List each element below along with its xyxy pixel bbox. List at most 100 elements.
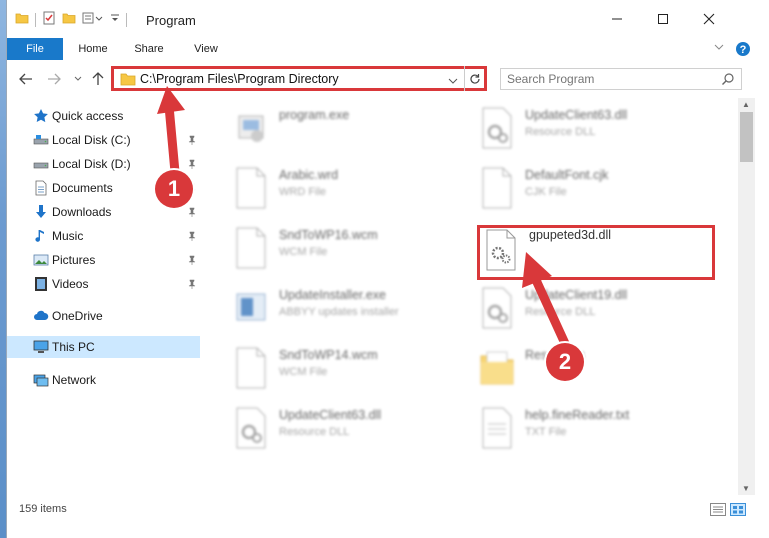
pin-icon[interactable]: [187, 254, 197, 268]
file-type: CJK File: [525, 186, 567, 198]
forward-button[interactable]: [45, 70, 63, 88]
file-name: DefaultFont.cjk: [525, 168, 609, 182]
network-icon: [33, 372, 49, 388]
recent-locations-button[interactable]: [69, 70, 87, 88]
quick-access-toolbar: [15, 11, 127, 28]
up-button[interactable]: [89, 70, 107, 88]
nav-item-label: Pictures: [52, 253, 96, 267]
nav-item-label: Videos: [52, 277, 89, 291]
folder-icon: [15, 11, 29, 28]
address-dropdown-icon[interactable]: [448, 74, 458, 88]
blank-file-icon: [233, 166, 269, 210]
svg-text:?: ?: [740, 44, 747, 56]
expand-ribbon-icon[interactable]: [713, 41, 725, 56]
pin-icon[interactable]: [187, 278, 197, 292]
file-item[interactable]: UpdateClient63.dll Resource DLL: [233, 400, 473, 456]
customize-toolbar-icon[interactable]: [82, 11, 104, 28]
nav-item-label: This PC: [52, 340, 95, 354]
nav-item-pictures[interactable]: Pictures: [7, 249, 200, 271]
pictures-icon: [33, 252, 49, 268]
file-name: Arabic.wrd: [279, 168, 339, 182]
scroll-down-icon[interactable]: ▼: [742, 484, 750, 493]
folder-icon: [479, 346, 515, 390]
search-input[interactable]: [507, 71, 707, 87]
blank-file-icon: [233, 346, 269, 390]
minimize-button[interactable]: [594, 0, 640, 38]
file-item[interactable]: DefaultFont.cjk CJK File: [479, 160, 719, 216]
nav-item-label: Downloads: [52, 205, 112, 219]
maximize-icon: [658, 14, 668, 24]
pin-icon[interactable]: [187, 206, 197, 220]
pin-icon[interactable]: [187, 230, 197, 244]
close-icon: [703, 13, 715, 25]
nav-item-label: Local Disk (C:): [52, 133, 131, 147]
title-bar: Program: [7, 0, 769, 38]
tab-view[interactable]: View: [182, 38, 230, 60]
maximize-button[interactable]: [640, 0, 686, 38]
file-name: program.exe: [279, 108, 350, 122]
tab-file[interactable]: File: [7, 38, 63, 60]
drive-icon: [33, 132, 49, 148]
file-type: WCM File: [279, 366, 328, 378]
scroll-thumb[interactable]: [740, 112, 753, 162]
file-item[interactable]: program.exe: [233, 100, 473, 156]
file-item[interactable]: Resources: [479, 340, 719, 396]
close-button[interactable]: [686, 0, 732, 38]
file-item[interactable]: UpdateClient19.dll Resource DLL: [479, 280, 719, 336]
tab-share[interactable]: Share: [125, 38, 173, 60]
file-type: TXT File: [525, 426, 567, 438]
file-name: UpdateInstaller.exe: [279, 288, 387, 302]
details-view-icon[interactable]: [710, 503, 726, 516]
file-explorer-window: Program File Home Share View ? C:\Progra…: [6, 0, 769, 538]
folder-icon: [120, 72, 136, 89]
file-item[interactable]: UpdateClient63.dll Resource DLL: [479, 100, 719, 156]
dll-icon: [479, 286, 515, 330]
exe-icon: [233, 106, 269, 150]
dll-icon: [479, 106, 515, 150]
nav-item-label: Local Disk (D:): [52, 157, 131, 171]
nav-item-music[interactable]: Music: [7, 225, 200, 247]
nav-item-onedrive[interactable]: OneDrive: [7, 305, 200, 327]
drive-icon: [33, 156, 49, 172]
nav-item-videos[interactable]: Videos: [7, 273, 200, 295]
search-icon[interactable]: [721, 72, 735, 89]
back-button[interactable]: [17, 70, 35, 88]
search-box[interactable]: [500, 68, 742, 90]
arrow-left-icon: [19, 73, 32, 85]
file-name: help.fineReader.txt: [525, 408, 630, 422]
nav-item-this-pc[interactable]: This PC: [7, 336, 200, 358]
arrow-right-icon: [48, 73, 61, 85]
vertical-scrollbar[interactable]: ▲ ▼: [738, 98, 755, 495]
file-type: Resource DLL: [279, 426, 350, 438]
file-type: Resource DLL: [525, 126, 596, 138]
cloud-icon: [33, 308, 49, 324]
file-item[interactable]: SndToWP14.wcm WCM File: [233, 340, 473, 396]
document-icon: [33, 180, 49, 196]
file-item[interactable]: SndToWP16.wcm WCM File: [233, 220, 473, 276]
properties-icon[interactable]: [42, 11, 56, 28]
chevron-down-icon: [74, 76, 82, 81]
file-item[interactable]: Arabic.wrd WRD File: [233, 160, 473, 216]
new-folder-icon[interactable]: [62, 11, 76, 28]
help-icon[interactable]: ?: [735, 41, 751, 60]
star-icon: [33, 108, 49, 124]
download-icon: [33, 204, 49, 220]
blank-file-icon: [233, 226, 269, 270]
videos-icon: [33, 276, 49, 292]
file-type: ABBYY updates installer: [279, 306, 399, 318]
tab-home[interactable]: Home: [69, 38, 117, 60]
nav-item-label: Documents: [52, 181, 113, 195]
large-icons-view-icon[interactable]: [730, 503, 746, 516]
file-type: WRD File: [279, 186, 327, 198]
dll-icon: [233, 406, 269, 450]
refresh-button[interactable]: [464, 66, 484, 91]
nav-item-label: Network: [52, 373, 97, 387]
file-item[interactable]: help.fineReader.txt TXT File: [479, 400, 719, 456]
file-item[interactable]: UpdateInstaller.exe ABBYY updates instal…: [233, 280, 473, 336]
chevron-down-icon[interactable]: [110, 11, 120, 28]
ribbon-tabs: File Home Share View ?: [7, 38, 769, 60]
nav-item-network[interactable]: Network: [7, 369, 200, 391]
toolbar-separator: [126, 12, 127, 27]
status-bar: 159 items: [7, 498, 769, 520]
scroll-up-icon[interactable]: ▲: [742, 100, 750, 109]
